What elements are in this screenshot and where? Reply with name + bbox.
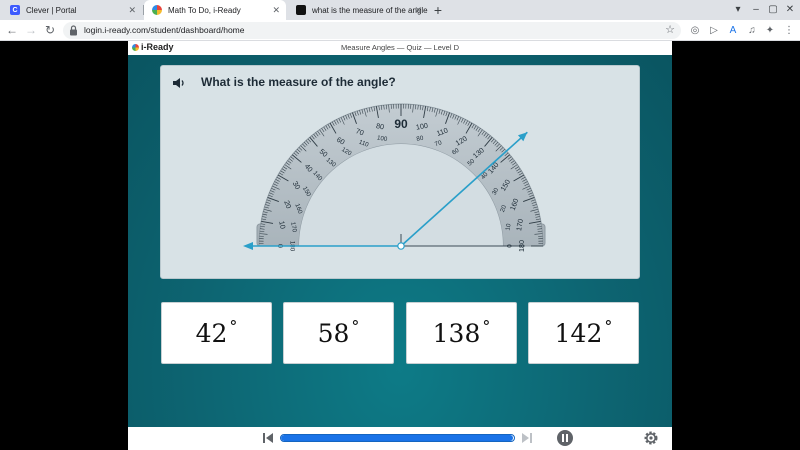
base-ray-arrowhead (243, 242, 253, 250)
protractor-outer-label: 90 (394, 117, 408, 131)
progress-fill (281, 435, 513, 441)
pause-button[interactable] (557, 430, 573, 446)
answer-option-3[interactable]: 138 ° (406, 302, 517, 364)
window-close-icon[interactable]: ✕ (783, 3, 797, 17)
extensions-puzzle-icon[interactable]: ✦ (764, 24, 776, 36)
tab-title: Math To Do, i-Ready (168, 5, 241, 15)
new-tab-button[interactable]: + (430, 2, 446, 18)
gear-icon[interactable] (643, 430, 659, 446)
lock-icon (70, 25, 77, 36)
degree-symbol: ° (604, 316, 613, 336)
extension-clever-icon[interactable]: ◎ (689, 24, 701, 36)
vertex-point (397, 242, 405, 250)
app-footer (128, 427, 672, 450)
answer-value: 42 (195, 318, 228, 348)
degree-symbol: ° (351, 316, 360, 336)
maximize-icon[interactable]: ▢ (766, 3, 780, 17)
speaker-icon[interactable] (171, 75, 187, 91)
tab-question[interactable]: what is the measure of the angle ✕ (288, 0, 428, 20)
tab-iready[interactable]: Math To Do, i-Ready ✕ (144, 0, 286, 20)
tab-strip: C Clever | Portal ✕ Math To Do, i-Ready … (0, 0, 800, 20)
previous-icon[interactable] (262, 432, 274, 444)
tab-title: what is the measure of the angle (312, 5, 428, 15)
progress-bar (280, 434, 515, 442)
extension-play-icon[interactable]: ▷ (708, 24, 720, 36)
browser-toolbar: ← → ↻ login.i-ready.com/student/dashboar… (0, 20, 800, 41)
lesson-title: Measure Angles — Quiz — Level D (341, 43, 459, 52)
protractor-figure: 0102030405060708090100110120130140150160… (243, 103, 546, 252)
answer-value: 58 (317, 318, 350, 348)
clever-favicon-icon: C (10, 5, 20, 15)
answer-option-4[interactable]: 142 ° (528, 302, 639, 364)
reload-icon[interactable]: ↻ (42, 22, 58, 38)
page-viewport: i-Ready Measure Angles — Quiz — Level D … (0, 41, 800, 450)
app-header: i-Ready Measure Angles — Quiz — Level D (128, 41, 672, 55)
minimize-icon[interactable]: – (749, 3, 763, 17)
protractor-inner-label: 0 (507, 244, 514, 248)
back-icon[interactable]: ← (4, 22, 20, 38)
extension-media-icon[interactable]: ♫ (746, 24, 758, 36)
tab-title: Clever | Portal (26, 5, 77, 15)
close-icon[interactable]: ✕ (128, 5, 136, 15)
brainly-favicon-icon (296, 5, 306, 15)
answer-value: 138 (432, 318, 481, 348)
question-card: 0102030405060708090100110120130140150160… (160, 65, 640, 279)
protractor-outer-label: 180 (517, 240, 526, 252)
browser-menu-icon[interactable]: ⋮ (783, 24, 795, 36)
tab-search-icon[interactable]: ▾ (731, 3, 745, 17)
extension-translate-icon[interactable]: A (727, 24, 739, 36)
tab-clever[interactable]: C Clever | Portal ✕ (2, 0, 142, 20)
answer-option-1[interactable]: 42 ° (161, 302, 272, 364)
degree-symbol: ° (482, 316, 491, 336)
iready-favicon-icon (152, 5, 162, 15)
protractor-outer-label: 10 (277, 220, 287, 229)
bookmark-star-icon[interactable]: ☆ (665, 23, 675, 36)
answer-value: 142 (554, 318, 603, 348)
next-icon[interactable] (521, 432, 533, 444)
question-prompt: What is the measure of the angle? (201, 75, 396, 89)
forward-icon[interactable]: → (23, 22, 39, 38)
close-icon[interactable]: ✕ (272, 5, 280, 15)
degree-symbol: ° (229, 316, 238, 336)
iready-app: i-Ready Measure Angles — Quiz — Level D … (128, 41, 672, 450)
protractor-outer-label: 80 (375, 121, 384, 131)
address-bar[interactable]: login.i-ready.com/student/dashboard/home… (63, 22, 681, 39)
url-text: login.i-ready.com/student/dashboard/home (84, 25, 245, 35)
close-icon[interactable]: ✕ (414, 5, 422, 15)
answer-option-2[interactable]: 58 ° (283, 302, 394, 364)
